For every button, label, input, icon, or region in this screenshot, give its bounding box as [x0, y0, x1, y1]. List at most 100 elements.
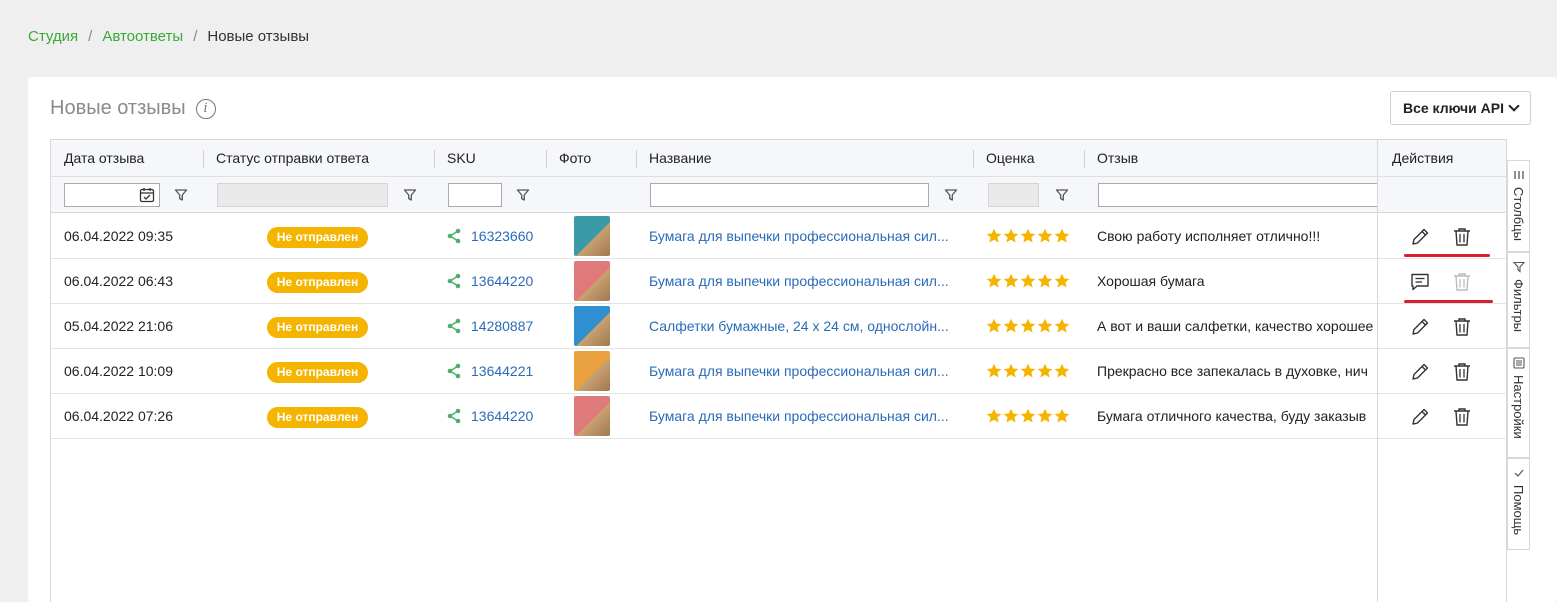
- product-photo[interactable]: [574, 216, 610, 256]
- sku-link[interactable]: 13644221: [471, 349, 533, 393]
- filter-funnel-icon[interactable]: [944, 188, 958, 202]
- breadcrumb-separator: /: [88, 28, 93, 45]
- product-name-link[interactable]: Салфетки бумажные, 24 x 24 см, однослойн…: [649, 304, 959, 348]
- rating-stars: [986, 363, 1070, 379]
- review-date: 05.04.2022 21:06: [64, 318, 173, 334]
- side-tab-settings[interactable]: Настройки: [1507, 348, 1530, 458]
- check-icon: [1514, 469, 1524, 477]
- status-badge: Не отправлен: [267, 227, 368, 248]
- product-photo[interactable]: [574, 351, 610, 391]
- breadcrumb-studio[interactable]: Студия: [28, 28, 78, 45]
- star-icon: [1003, 228, 1019, 243]
- filter-funnel-icon[interactable]: [174, 188, 188, 202]
- highlight-underline: [1404, 254, 1490, 257]
- star-icon: [1037, 273, 1053, 288]
- star-icon: [986, 363, 1002, 378]
- review-filter-input[interactable]: [1098, 183, 1378, 207]
- chevron-down-icon: [1508, 100, 1520, 112]
- share-icon[interactable]: [447, 273, 461, 289]
- product-name-link[interactable]: Бумага для выпечки профессиональная сил.…: [649, 394, 959, 438]
- star-icon: [1054, 273, 1070, 288]
- filter-funnel-icon[interactable]: [403, 188, 417, 202]
- share-icon[interactable]: [447, 228, 461, 244]
- status-filter-input[interactable]: [217, 183, 388, 207]
- rating-filter-input[interactable]: [988, 183, 1039, 207]
- filter-funnel-icon[interactable]: [1055, 188, 1069, 202]
- product-photo[interactable]: [574, 396, 610, 436]
- star-icon: [1020, 408, 1036, 423]
- star-icon: [1020, 273, 1036, 288]
- side-panel-tabs: Столбцы Фильтры Настройки Помощь: [1507, 139, 1557, 602]
- product-name-link[interactable]: Бумага для выпечки профессиональная сил.…: [649, 349, 959, 393]
- calendar-icon[interactable]: [139, 187, 155, 203]
- column-header-review[interactable]: Отзыв: [1084, 140, 1138, 177]
- sku-link[interactable]: 14280887: [471, 304, 533, 348]
- api-keys-select[interactable]: Все ключи API: [1390, 91, 1531, 125]
- column-header-photo[interactable]: Фото: [546, 140, 591, 177]
- side-tab-help-label: Помощь: [1511, 485, 1526, 536]
- column-header-status[interactable]: Статус отправки ответа: [203, 140, 369, 177]
- share-icon[interactable]: [447, 408, 461, 424]
- page-title-wrap: Новые отзывы i: [50, 97, 216, 120]
- share-icon[interactable]: [447, 318, 461, 334]
- table-row[interactable]: 06.04.2022 09:35 Не отправлен 16323660 Бума…: [51, 214, 1506, 259]
- side-tab-help[interactable]: Помощь: [1507, 458, 1530, 550]
- column-header-rating[interactable]: Оценка: [973, 140, 1035, 177]
- breadcrumb-current: Новые отзывы: [207, 28, 310, 45]
- product-photo[interactable]: [574, 306, 610, 346]
- grid-body: 06.04.2022 09:35 Не отправлен 16323660 Бума…: [51, 214, 1506, 439]
- sku-link[interactable]: 16323660: [471, 214, 533, 258]
- actions-column: [1377, 140, 1507, 602]
- status-badge: Не отправлен: [267, 362, 368, 383]
- product-photo[interactable]: [574, 261, 610, 301]
- star-icon: [1020, 228, 1036, 243]
- star-icon: [1037, 408, 1053, 423]
- review-date: 06.04.2022 06:43: [64, 273, 173, 289]
- star-icon: [1037, 318, 1053, 333]
- table-row[interactable]: 06.04.2022 10:09 Не отправлен 13644221 Бума…: [51, 349, 1506, 394]
- star-icon: [1003, 408, 1019, 423]
- side-tab-settings-label: Настройки: [1511, 375, 1526, 439]
- side-tab-filters[interactable]: Фильтры: [1507, 252, 1530, 348]
- grid-header: Дата отзыва Статус отправки ответа SKU Ф…: [51, 140, 1506, 177]
- product-name-link[interactable]: Бумага для выпечки профессиональная сил.…: [649, 259, 959, 303]
- breadcrumb: Студия / Автоответы / Новые отзывы: [28, 28, 309, 45]
- table-row[interactable]: 06.04.2022 07:26 Не отправлен 13644220 Бума…: [51, 394, 1506, 439]
- star-icon: [986, 228, 1002, 243]
- filter-funnel-icon[interactable]: [516, 188, 530, 202]
- date-filter-input[interactable]: [64, 183, 160, 207]
- rating-stars: [986, 228, 1070, 244]
- share-icon[interactable]: [447, 363, 461, 379]
- highlight-underline: [1404, 300, 1493, 303]
- breadcrumb-autoreplies[interactable]: Автоответы: [102, 28, 183, 45]
- sku-link[interactable]: 13644220: [471, 394, 533, 438]
- page-title: Новые отзывы: [50, 97, 186, 119]
- column-header-date[interactable]: Дата отзыва: [51, 140, 144, 177]
- info-icon[interactable]: i: [195, 98, 216, 119]
- sku-link[interactable]: 13644220: [471, 259, 533, 303]
- name-filter-input[interactable]: [650, 183, 929, 207]
- status-badge: Не отправлен: [267, 317, 368, 338]
- review-text: Свою работу исполняет отлично!!!: [1097, 228, 1321, 244]
- product-name-link[interactable]: Бумага для выпечки профессиональная сил.…: [649, 214, 959, 258]
- review-date: 06.04.2022 07:26: [64, 408, 173, 424]
- star-icon: [1003, 273, 1019, 288]
- review-text: А вот и ваши салфетки, качество хорошее: [1097, 318, 1374, 334]
- star-icon: [1054, 228, 1070, 243]
- settings-list-icon: [1513, 357, 1525, 369]
- table-row[interactable]: 05.04.2022 21:06 Не отправлен 14280887 Салф…: [51, 304, 1506, 349]
- reviews-card: Новые отзывы i Все ключи API Дата отзыва…: [28, 77, 1557, 602]
- column-header-sku[interactable]: SKU: [434, 140, 476, 177]
- table-row[interactable]: 06.04.2022 06:43 Не отправлен 13644220 Бума…: [51, 259, 1506, 304]
- star-icon: [1054, 408, 1070, 423]
- status-badge: Не отправлен: [267, 272, 368, 293]
- star-icon: [986, 408, 1002, 423]
- column-header-name[interactable]: Название: [636, 140, 712, 177]
- star-icon: [986, 273, 1002, 288]
- star-icon: [1054, 318, 1070, 333]
- sku-filter-input[interactable]: [448, 183, 502, 207]
- breadcrumb-separator: /: [193, 28, 198, 45]
- side-tab-columns-label: Столбцы: [1511, 187, 1526, 241]
- side-tab-columns[interactable]: Столбцы: [1507, 160, 1530, 252]
- reviews-grid: Дата отзыва Статус отправки ответа SKU Ф…: [50, 139, 1507, 602]
